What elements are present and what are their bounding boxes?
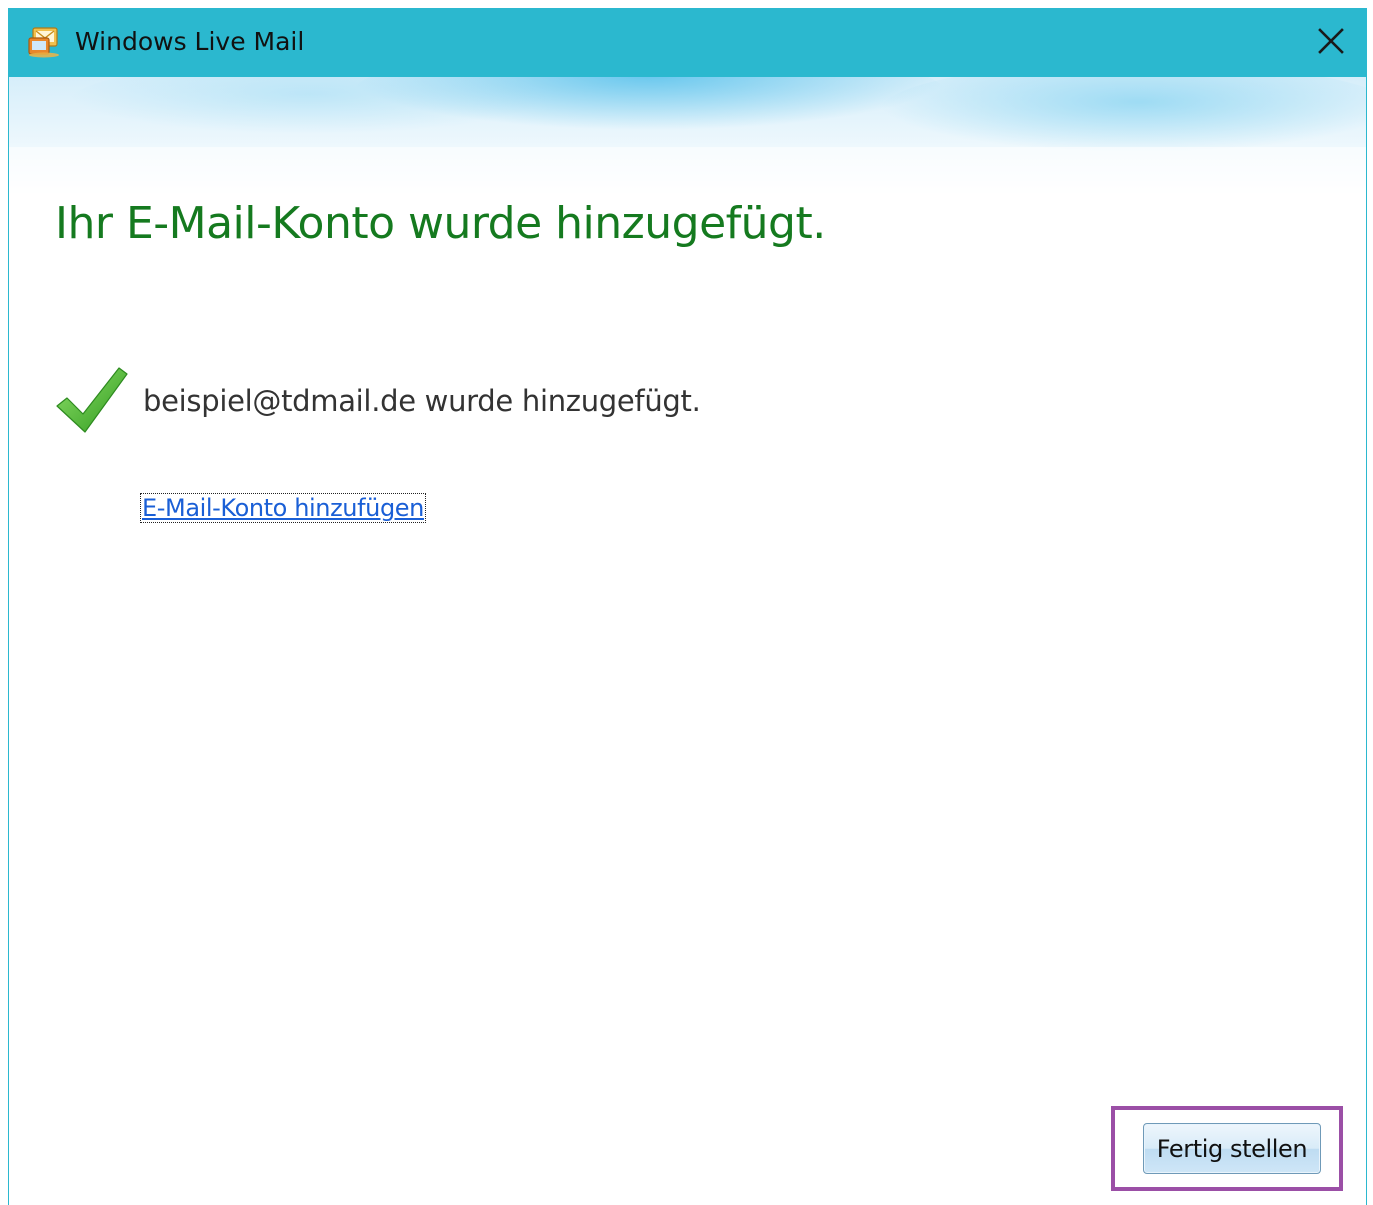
status-message: beispiel@tdmail.de wurde hinzugefügt. [143,384,701,418]
windows-live-mail-icon [27,26,61,58]
finish-button[interactable]: Fertig stellen [1143,1123,1321,1174]
close-icon [1318,27,1344,58]
dialog-window: Windows Live Mail Ihr E-Mail-Konto wurde… [8,8,1367,1205]
checkmark-icon [55,366,129,436]
title-bar[interactable]: Windows Live Mail [9,8,1366,77]
header-banner [9,77,1366,197]
add-email-account-link[interactable]: E-Mail-Konto hinzufügen [140,493,426,523]
window-title: Windows Live Mail [75,27,305,56]
page-title: Ihr E-Mail-Konto wurde hinzugefügt. [55,198,826,249]
close-button[interactable] [1296,8,1366,77]
